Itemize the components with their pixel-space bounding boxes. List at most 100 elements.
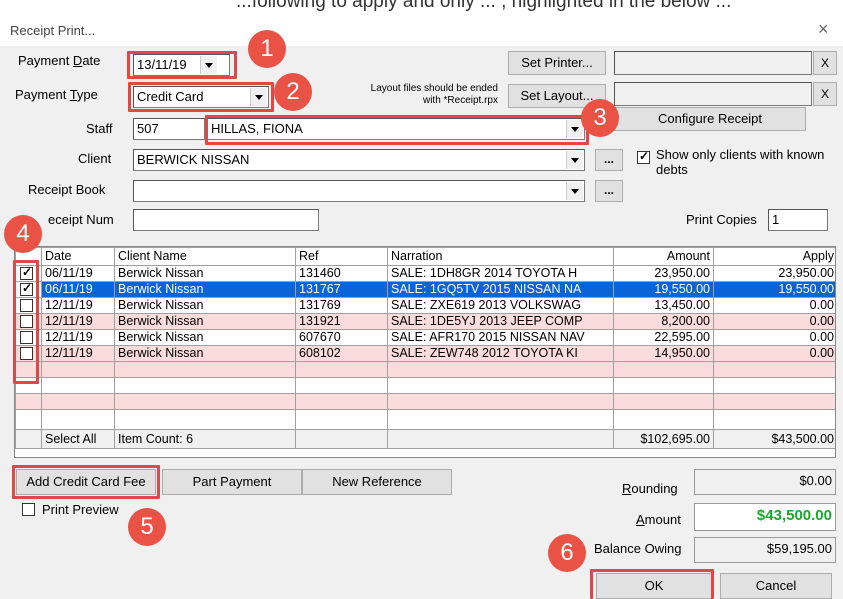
row-ref: 608102 xyxy=(295,345,388,362)
row-amount: 23,950.00 xyxy=(613,265,714,282)
step-badge-5: 5 xyxy=(128,508,166,546)
grid-header-row: Date Client Name Ref Narration Amount Ap… xyxy=(15,247,835,266)
row-client: Berwick Nissan xyxy=(114,345,296,362)
clear-printer-button[interactable]: X xyxy=(813,51,837,75)
configure-receipt-button[interactable]: Configure Receipt xyxy=(614,107,806,131)
set-printer-button[interactable]: Set Printer... xyxy=(508,51,606,75)
row-client: Berwick Nissan xyxy=(114,329,296,346)
table-row[interactable]: 12/11/19 Berwick Nissan 607670 SALE: AFR170… xyxy=(15,329,835,346)
row-amount: 8,200.00 xyxy=(613,313,714,330)
item-count: Item Count: 6 xyxy=(114,429,296,449)
step-badge-4: 4 xyxy=(4,215,42,253)
step-badge-1: 1 xyxy=(248,30,286,68)
row-amount: 19,550.00 xyxy=(613,281,714,298)
empty-row xyxy=(15,409,835,430)
table-row[interactable]: 12/11/19 Berwick Nissan 131921 SALE: 1DE5YJ… xyxy=(15,313,835,330)
apply-total: $43,500.00 xyxy=(713,429,835,449)
row-ref: 131767 xyxy=(295,281,388,298)
balance-owing-label: Balance Owing xyxy=(594,541,682,556)
title-bar xyxy=(0,16,843,46)
amount-label: Amount xyxy=(636,512,681,527)
row-narration: SALE: 1GQ5TV 2015 NISSAN NA xyxy=(387,281,614,298)
highlight-add-cc-fee xyxy=(12,465,160,499)
row-client: Berwick Nissan xyxy=(114,313,296,330)
rounding-label: Rounding xyxy=(622,481,678,496)
chevron-down-icon[interactable] xyxy=(566,151,583,169)
select-all-link[interactable]: Select All xyxy=(41,429,115,449)
new-reference-button[interactable]: New Reference xyxy=(302,469,452,495)
col-header-apply[interactable]: Apply xyxy=(713,247,835,266)
show-only-debts-checkbox[interactable] xyxy=(637,149,650,164)
window-title: Receipt Print... xyxy=(10,23,96,38)
cancel-button[interactable]: Cancel xyxy=(720,573,832,599)
receipt-num-label: eceipt Num xyxy=(48,212,114,227)
print-copies-label: Print Copies xyxy=(686,212,757,227)
client-value: BERWICK NISSAN xyxy=(137,152,250,167)
row-apply: 0.00 xyxy=(713,313,835,330)
row-client: Berwick Nissan xyxy=(114,265,296,282)
balance-owing-value: $59,195.00 xyxy=(694,537,836,563)
row-amount: 13,450.00 xyxy=(613,297,714,314)
show-only-debts-label: Show only clients with known debts xyxy=(656,147,825,177)
row-narration: SALE: 1DH8GR 2014 TOYOTA H xyxy=(387,265,614,282)
empty-row xyxy=(15,361,835,378)
row-narration: SALE: ZXE619 2013 VOLKSWAG xyxy=(387,297,614,314)
client-lookup-button[interactable]: ... xyxy=(595,149,623,171)
row-date: 12/11/19 xyxy=(41,297,115,314)
row-date: 12/11/19 xyxy=(41,313,115,330)
highlight-staff xyxy=(205,115,589,145)
chevron-down-icon[interactable] xyxy=(566,182,583,200)
layout-note: Layout files should be ended with *Receip… xyxy=(320,83,498,107)
col-header-date[interactable]: Date xyxy=(41,247,115,266)
step-badge-2: 2 xyxy=(274,73,312,111)
row-ref: 131460 xyxy=(295,265,388,282)
amount-value[interactable]: $43,500.00 xyxy=(694,503,836,531)
empty-row xyxy=(15,377,835,394)
row-client: Berwick Nissan xyxy=(114,297,296,314)
table-row[interactable]: 06/11/19Berwick Nissan131767SALE: 1GQ5TV… xyxy=(15,281,835,298)
highlight-payment-date xyxy=(127,51,237,79)
layout-note-line-2: with *Receipt.rpx xyxy=(422,95,498,106)
print-preview-label: Print Preview xyxy=(42,502,119,517)
client-select[interactable]: BERWICK NISSAN xyxy=(133,149,585,171)
col-header-client[interactable]: Client Name xyxy=(114,247,296,266)
receipt-book-select[interactable] xyxy=(133,180,585,202)
row-narration: SALE: AFR170 2015 NISSAN NAV xyxy=(387,329,614,346)
col-header-amount[interactable]: Amount xyxy=(613,247,714,266)
print-copies-field[interactable]: 1 xyxy=(768,209,828,231)
row-apply: 0.00 xyxy=(713,297,835,314)
close-icon[interactable]: × xyxy=(818,19,829,40)
payment-date-label: Payment Date xyxy=(18,53,101,68)
empty-row xyxy=(15,393,835,410)
row-narration: SALE: 1DE5YJ 2013 JEEP COMP xyxy=(387,313,614,330)
client-label: Client xyxy=(78,151,112,166)
clear-layout-button[interactable]: X xyxy=(813,82,837,106)
row-date: 06/11/19 xyxy=(41,265,115,282)
receipt-book-lookup-button[interactable]: ... xyxy=(595,180,623,202)
rounding-value: $0.00 xyxy=(694,469,836,495)
highlight-checkboxes xyxy=(13,260,39,384)
staff-code-field[interactable]: 507 xyxy=(133,118,205,140)
row-apply: 0.00 xyxy=(713,345,835,362)
amount-total: $102,695.00 xyxy=(613,429,714,449)
row-ref: 131921 xyxy=(295,313,388,330)
row-date: 12/11/19 xyxy=(41,345,115,362)
layout-file-field xyxy=(614,82,812,106)
invoice-grid: Date Client Name Ref Narration Amount Ap… xyxy=(14,246,836,458)
row-date: 06/11/19 xyxy=(41,281,115,298)
table-row[interactable]: 06/11/19Berwick Nissan131460SALE: 1DH8GR… xyxy=(15,265,835,282)
row-amount: 22,595.00 xyxy=(613,329,714,346)
layout-note-line-1: Layout files should be ended xyxy=(370,83,498,94)
table-row[interactable]: 12/11/19 Berwick Nissan 131769 SALE: ZXE619… xyxy=(15,297,835,314)
row-narration: SALE: ZEW748 2012 TOYOTA KI xyxy=(387,345,614,362)
receipt-num-field[interactable] xyxy=(133,209,319,231)
col-header-ref[interactable]: Ref xyxy=(295,247,388,266)
row-ref: 607670 xyxy=(295,329,388,346)
table-row[interactable]: 12/11/19 Berwick Nissan 608102 SALE: ZEW748… xyxy=(15,345,835,362)
receipt-book-label: Receipt Book xyxy=(28,182,106,197)
highlight-ok xyxy=(590,569,714,599)
staff-label: Staff xyxy=(86,121,113,136)
col-header-narration[interactable]: Narration xyxy=(387,247,614,266)
part-payment-button[interactable]: Part Payment xyxy=(162,469,302,495)
print-preview-checkbox[interactable] xyxy=(22,503,35,516)
